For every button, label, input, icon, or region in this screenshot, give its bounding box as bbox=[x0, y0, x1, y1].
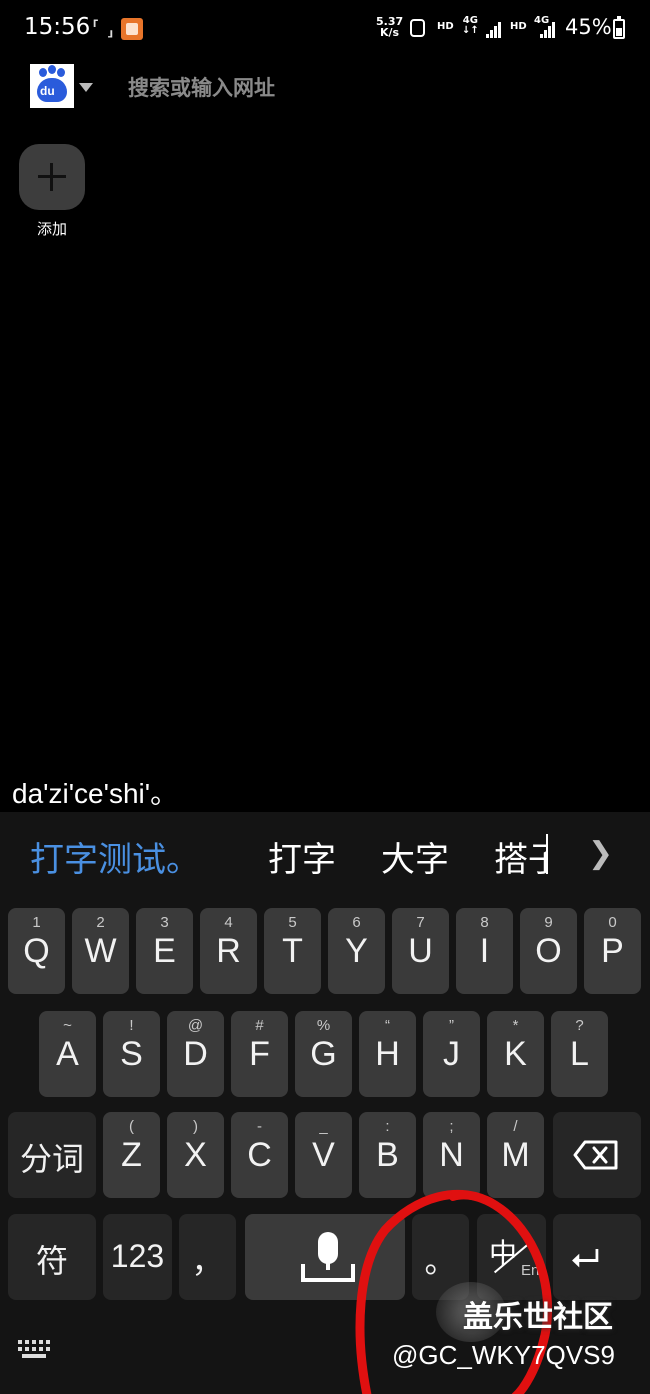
key-i[interactable]: 8I bbox=[456, 908, 513, 994]
clock: 15:56 bbox=[24, 14, 91, 40]
key-w[interactable]: 2W bbox=[72, 908, 129, 994]
keyboard-icon[interactable] bbox=[18, 1340, 52, 1360]
candidate-item[interactable]: 打字 bbox=[268, 832, 336, 881]
backspace-key[interactable] bbox=[553, 1112, 641, 1198]
candidate-item[interactable]: 搭子 bbox=[494, 832, 548, 878]
numbers-key[interactable]: 123 bbox=[103, 1214, 172, 1300]
key-s[interactable]: ! S bbox=[103, 1011, 160, 1097]
comma-key[interactable]: ， bbox=[179, 1214, 236, 1300]
address-bar[interactable]: 搜索或输入网址 bbox=[128, 72, 275, 102]
signal-icon bbox=[540, 20, 558, 38]
space-voice-key[interactable] bbox=[245, 1214, 405, 1300]
key-h[interactable]: “H bbox=[359, 1011, 416, 1097]
key-t[interactable]: 5T bbox=[264, 908, 321, 994]
add-shortcut-button[interactable] bbox=[19, 144, 85, 210]
search-engine-logo[interactable]: du bbox=[30, 64, 74, 108]
watermark-user: @GC_WKY7QVS9 bbox=[392, 1340, 615, 1370]
microphone-icon bbox=[318, 1232, 338, 1264]
candidate-bar: 打字测试。 打字 大字 搭子 ❯ bbox=[0, 812, 650, 898]
key-y[interactable]: 6Y bbox=[328, 908, 385, 994]
key-u[interactable]: 7U bbox=[392, 908, 449, 994]
key-b[interactable]: :B bbox=[359, 1112, 416, 1198]
key-l[interactable]: ? L bbox=[551, 1011, 608, 1097]
key-c[interactable]: -C bbox=[231, 1112, 288, 1198]
enter-key[interactable]: ⮠ bbox=[553, 1214, 641, 1300]
backspace-icon bbox=[573, 1140, 618, 1170]
key-o[interactable]: 9O bbox=[520, 908, 577, 994]
enter-icon: ⮠ bbox=[571, 1238, 600, 1279]
key-k[interactable]: * K bbox=[487, 1011, 544, 1097]
key-q[interactable]: 1Q bbox=[8, 908, 65, 994]
status-bar: 15:56 ⸢ ⸥ 5.37 K/s HD 4G ↓↑ HD 4G 45% bbox=[0, 0, 650, 58]
segment-key[interactable]: 分词 bbox=[8, 1112, 96, 1198]
hd-label: HD bbox=[437, 21, 454, 32]
candidate-item[interactable]: 大字 bbox=[381, 832, 449, 881]
symbols-key[interactable]: 符 bbox=[8, 1214, 96, 1300]
lock-icon bbox=[410, 19, 425, 37]
watermark-site: 盖乐世社区 bbox=[463, 1300, 613, 1335]
key-e[interactable]: 3E bbox=[136, 908, 193, 994]
key-d[interactable]: @ D bbox=[167, 1011, 224, 1097]
app-notification-icon bbox=[121, 18, 143, 40]
battery-percent: 45% bbox=[565, 15, 612, 39]
key-a[interactable]: ~ A bbox=[39, 1011, 96, 1097]
text-cursor bbox=[546, 834, 548, 874]
key-p[interactable]: 0P bbox=[584, 908, 641, 994]
chevron-right-icon[interactable]: ❯ bbox=[588, 836, 613, 871]
network-type: 4G ↓↑ bbox=[462, 15, 479, 36]
logo-text: du bbox=[40, 84, 55, 98]
network-speed: 5.37 K/s bbox=[376, 15, 404, 39]
key-r[interactable]: 4R bbox=[200, 908, 257, 994]
chevron-down-icon[interactable] bbox=[79, 83, 93, 92]
composing-text: da'zi'ce'shi'。 bbox=[12, 778, 179, 809]
key-z[interactable]: (Z bbox=[103, 1112, 160, 1198]
key-x[interactable]: ) X bbox=[167, 1112, 224, 1198]
candidate-item[interactable]: 打字测试。 bbox=[30, 832, 200, 881]
key-f[interactable]: # F bbox=[231, 1011, 288, 1097]
add-shortcut-label: 添加 bbox=[36, 220, 67, 238]
key-m[interactable]: / M bbox=[487, 1112, 544, 1198]
key-n[interactable]: ; N bbox=[423, 1112, 480, 1198]
key-j[interactable]: ” J bbox=[423, 1011, 480, 1097]
screenshot-bracket-icon: ⸢ ⸥ bbox=[92, 16, 114, 40]
battery-icon bbox=[613, 16, 625, 39]
key-g[interactable]: % G bbox=[295, 1011, 352, 1097]
hd-label: HD bbox=[510, 21, 527, 32]
key-v[interactable]: _ V bbox=[295, 1112, 352, 1198]
signal-icon bbox=[486, 20, 504, 38]
